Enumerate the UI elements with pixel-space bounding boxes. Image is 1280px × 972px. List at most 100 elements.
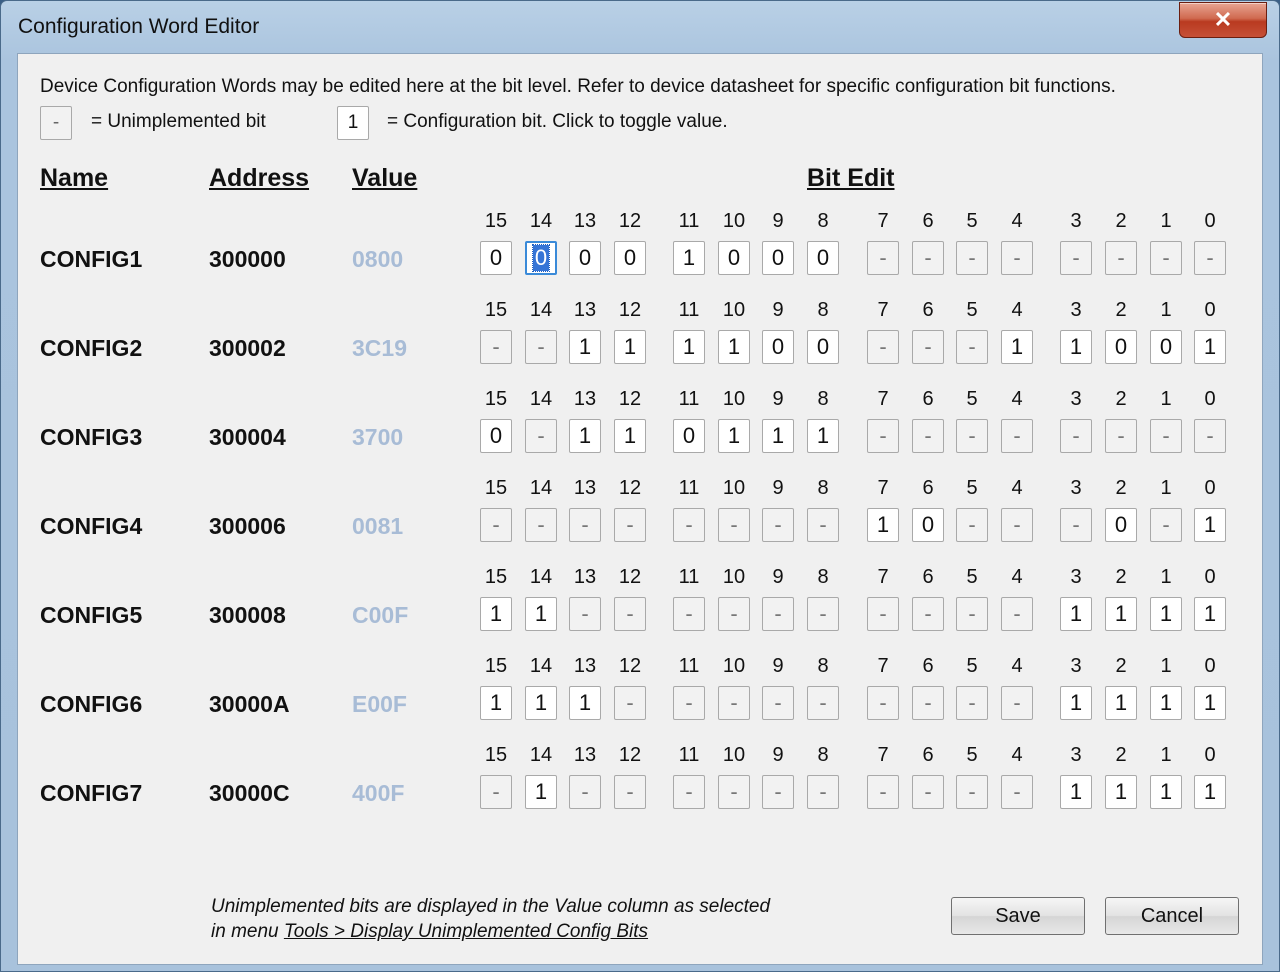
bit-number-label: 8 — [817, 477, 829, 499]
bit-value: - — [492, 779, 500, 804]
bit-value: 1 — [816, 423, 830, 448]
bit-toggle-config5-bit15[interactable]: 1 — [480, 597, 512, 631]
bit-value: - — [924, 245, 932, 270]
bit-toggle-config7-bit0[interactable]: 1 — [1194, 775, 1226, 809]
bit-toggle-config4-bit5: - — [956, 508, 988, 542]
bit-toggle-config5-bit1[interactable]: 1 — [1150, 597, 1182, 631]
bit-value: - — [626, 690, 634, 715]
bit-toggle-config5-bit14[interactable]: 1 — [525, 597, 557, 631]
bit-number-label: 11 — [678, 299, 700, 321]
bit-toggle-config4-bit7[interactable]: 1 — [867, 508, 899, 542]
bit-value: 0 — [771, 245, 785, 270]
bit-toggle-config3-bit10[interactable]: 1 — [718, 419, 750, 453]
bit-toggle-config1-bit10[interactable]: 0 — [718, 241, 750, 275]
bit-number-label: 15 — [484, 655, 508, 677]
bit-toggle-config7-bit5: - — [956, 775, 988, 809]
bit-toggle-config1-bit8[interactable]: 0 — [807, 241, 839, 275]
bit-toggle-config6-bit1[interactable]: 1 — [1150, 686, 1182, 720]
bit-toggle-config1-bit11[interactable]: 1 — [673, 241, 705, 275]
bit-number-label: 6 — [922, 210, 934, 232]
config-name-2: CONFIG2 — [40, 335, 143, 361]
bit-value: - — [492, 512, 500, 537]
bit-toggle-config4-bit6[interactable]: 0 — [912, 508, 944, 542]
config-address-2: 300002 — [209, 335, 286, 361]
bit-value: - — [581, 512, 589, 537]
bit-toggle-config2-bit13[interactable]: 1 — [569, 330, 601, 364]
bit-toggle-config5-bit3[interactable]: 1 — [1060, 597, 1092, 631]
bit-toggle-config7-bit13: - — [569, 775, 601, 809]
bit-toggle-config1-bit15[interactable]: 0 — [480, 241, 512, 275]
bit-toggle-config2-bit10[interactable]: 1 — [718, 330, 750, 364]
bit-number-label: 11 — [678, 566, 700, 588]
bit-toggle-config1-bit3: - — [1060, 241, 1092, 275]
bit-toggle-config3-bit15[interactable]: 0 — [480, 419, 512, 453]
bit-toggle-config5-bit9: - — [762, 597, 794, 631]
bit-value: - — [1013, 690, 1021, 715]
bit-number-label: 12 — [618, 299, 642, 321]
bit-toggle-config6-bit15[interactable]: 1 — [480, 686, 512, 720]
bit-number-label: 3 — [1070, 299, 1082, 321]
bit-value: - — [1162, 423, 1170, 448]
save-button[interactable]: Save — [951, 897, 1085, 935]
legend-unimplemented-text: = Unimplemented bit — [91, 111, 266, 132]
close-button[interactable]: ✕ — [1179, 2, 1267, 38]
bit-toggle-config5-bit0[interactable]: 1 — [1194, 597, 1226, 631]
bit-toggle-config2-bit11[interactable]: 1 — [673, 330, 705, 364]
bit-toggle-config7-bit3[interactable]: 1 — [1060, 775, 1092, 809]
bit-toggle-config7-bit2[interactable]: 1 — [1105, 775, 1137, 809]
bit-toggle-config6-bit2[interactable]: 1 — [1105, 686, 1137, 720]
bit-toggle-config6-bit13[interactable]: 1 — [569, 686, 601, 720]
bit-number-label: 10 — [722, 566, 746, 588]
bit-value: 1 — [578, 423, 592, 448]
bit-value: - — [685, 601, 693, 626]
bit-value: - — [730, 690, 738, 715]
bit-toggle-config7-bit14[interactable]: 1 — [525, 775, 557, 809]
bit-toggle-config5-bit2[interactable]: 1 — [1105, 597, 1137, 631]
config-name-3: CONFIG3 — [40, 424, 143, 450]
bit-value: - — [1117, 423, 1125, 448]
bit-number-label: 0 — [1204, 210, 1216, 232]
bit-toggle-config3-bit8[interactable]: 1 — [807, 419, 839, 453]
bit-toggle-config1-bit12[interactable]: 0 — [614, 241, 646, 275]
bit-toggle-config1-bit9[interactable]: 0 — [762, 241, 794, 275]
bit-toggle-config2-bit4[interactable]: 1 — [1001, 330, 1033, 364]
bit-toggle-config3-bit11[interactable]: 0 — [673, 419, 705, 453]
bit-toggle-config3-bit9[interactable]: 1 — [762, 419, 794, 453]
bit-value: 1 — [1159, 779, 1173, 804]
bit-toggle-config2-bit9[interactable]: 0 — [762, 330, 794, 364]
bit-toggle-config6-bit4: - — [1001, 686, 1033, 720]
client-area: Device Configuration Words may be edited… — [17, 53, 1263, 965]
bit-toggle-config2-bit8[interactable]: 0 — [807, 330, 839, 364]
bit-number-label: 7 — [877, 655, 889, 677]
bit-toggle-config1-bit13[interactable]: 0 — [569, 241, 601, 275]
bit-toggle-config1-bit14[interactable]: 0 — [525, 241, 557, 275]
bit-number-label: 4 — [1011, 210, 1023, 232]
bit-toggle-config2-bit2[interactable]: 0 — [1105, 330, 1137, 364]
bit-toggle-config7-bit1[interactable]: 1 — [1150, 775, 1182, 809]
bit-toggle-config6-bit0[interactable]: 1 — [1194, 686, 1226, 720]
bit-value: 1 — [623, 334, 637, 359]
cancel-button[interactable]: Cancel — [1105, 897, 1239, 935]
bit-toggle-config2-bit3[interactable]: 1 — [1060, 330, 1092, 364]
bit-toggle-config2-bit1[interactable]: 0 — [1150, 330, 1182, 364]
config-address-6: 30000A — [209, 691, 290, 717]
bit-number-label: 13 — [573, 477, 597, 499]
bit-toggle-config6-bit14[interactable]: 1 — [525, 686, 557, 720]
bit-value: 1 — [623, 423, 637, 448]
bit-toggle-config4-bit11: - — [673, 508, 705, 542]
bit-toggle-config2-bit0[interactable]: 1 — [1194, 330, 1226, 364]
bit-value: 0 — [921, 512, 935, 537]
bit-toggle-config3-bit12[interactable]: 1 — [614, 419, 646, 453]
bit-number-label: 9 — [772, 477, 784, 499]
bit-toggle-config7-bit10: - — [718, 775, 750, 809]
bit-toggle-config2-bit12[interactable]: 1 — [614, 330, 646, 364]
bit-number-label: 5 — [966, 477, 978, 499]
bit-toggle-config4-bit0[interactable]: 1 — [1194, 508, 1226, 542]
bit-toggle-config5-bit6: - — [912, 597, 944, 631]
bit-toggle-config6-bit3[interactable]: 1 — [1060, 686, 1092, 720]
bit-toggle-config4-bit2[interactable]: 0 — [1105, 508, 1137, 542]
bit-toggle-config3-bit13[interactable]: 1 — [569, 419, 601, 453]
bit-toggle-config6-bit12: - — [614, 686, 646, 720]
bit-value: - — [924, 690, 932, 715]
title-bar[interactable]: Configuration Word Editor ✕ — [1, 1, 1279, 53]
